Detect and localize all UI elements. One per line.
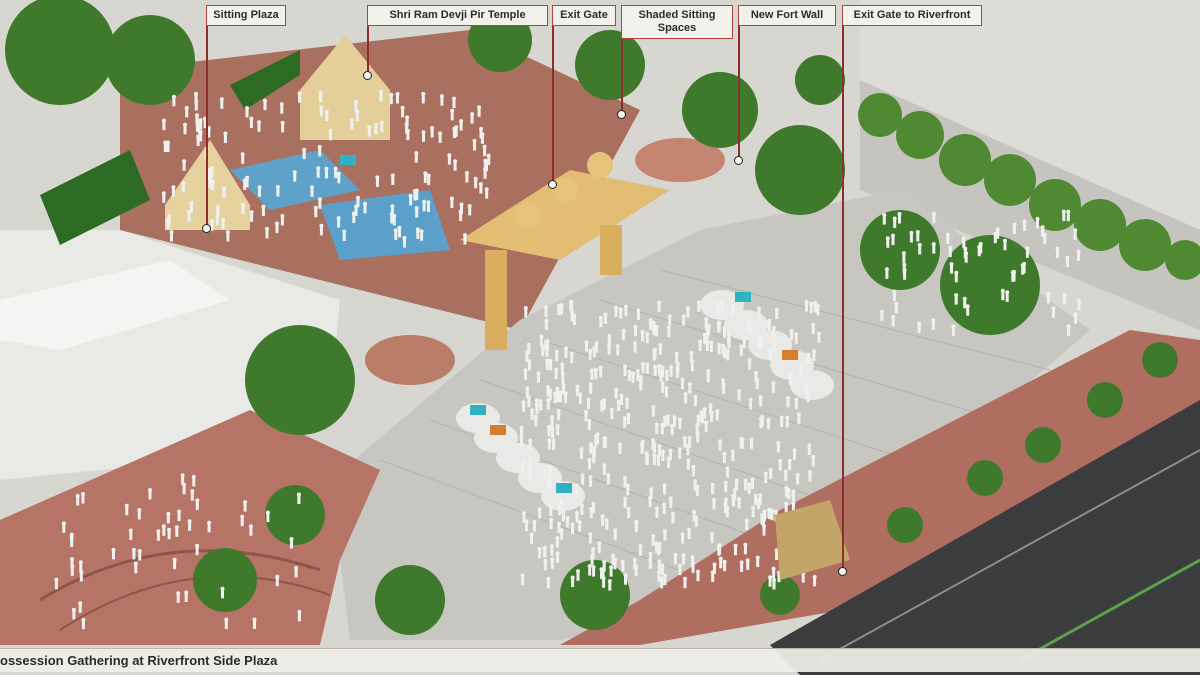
caption: ossession Gathering at Riverfront Side P… [0,653,278,668]
callout-temple: Shri Ram Devji Pir Temple [367,5,548,26]
callout-marker-riverfront-exit [838,567,847,576]
callout-sitting-plaza: Sitting Plaza [206,5,286,26]
callout-line-exit-gate [552,26,554,184]
callout-line-sitting-plaza [206,26,208,228]
callout-riverfront-exit: Exit Gate to Riverfront [842,5,982,26]
callout-marker-exit-gate [548,180,557,189]
callout-line-temple [367,26,369,74]
well-structure [365,335,455,385]
plaza-rendering [0,0,1200,675]
site-render: Sitting Plaza Shri Ram Devji Pir Temple … [0,0,1200,675]
callout-fort-wall: New Fort Wall [738,5,836,26]
callout-line-fort-wall [738,26,740,160]
callout-marker-shaded-spaces [617,110,626,119]
caption-bar: ossession Gathering at Riverfront Side P… [0,648,1200,672]
callout-marker-sitting-plaza [202,224,211,233]
callout-shaded-spaces: Shaded Sitting Spaces [621,5,733,39]
callout-exit-gate: Exit Gate [552,5,616,26]
callout-line-riverfront-exit [842,26,844,571]
callout-marker-fort-wall [734,156,743,165]
callout-marker-temple [363,71,372,80]
callout-line-shaded-spaces [621,38,623,114]
